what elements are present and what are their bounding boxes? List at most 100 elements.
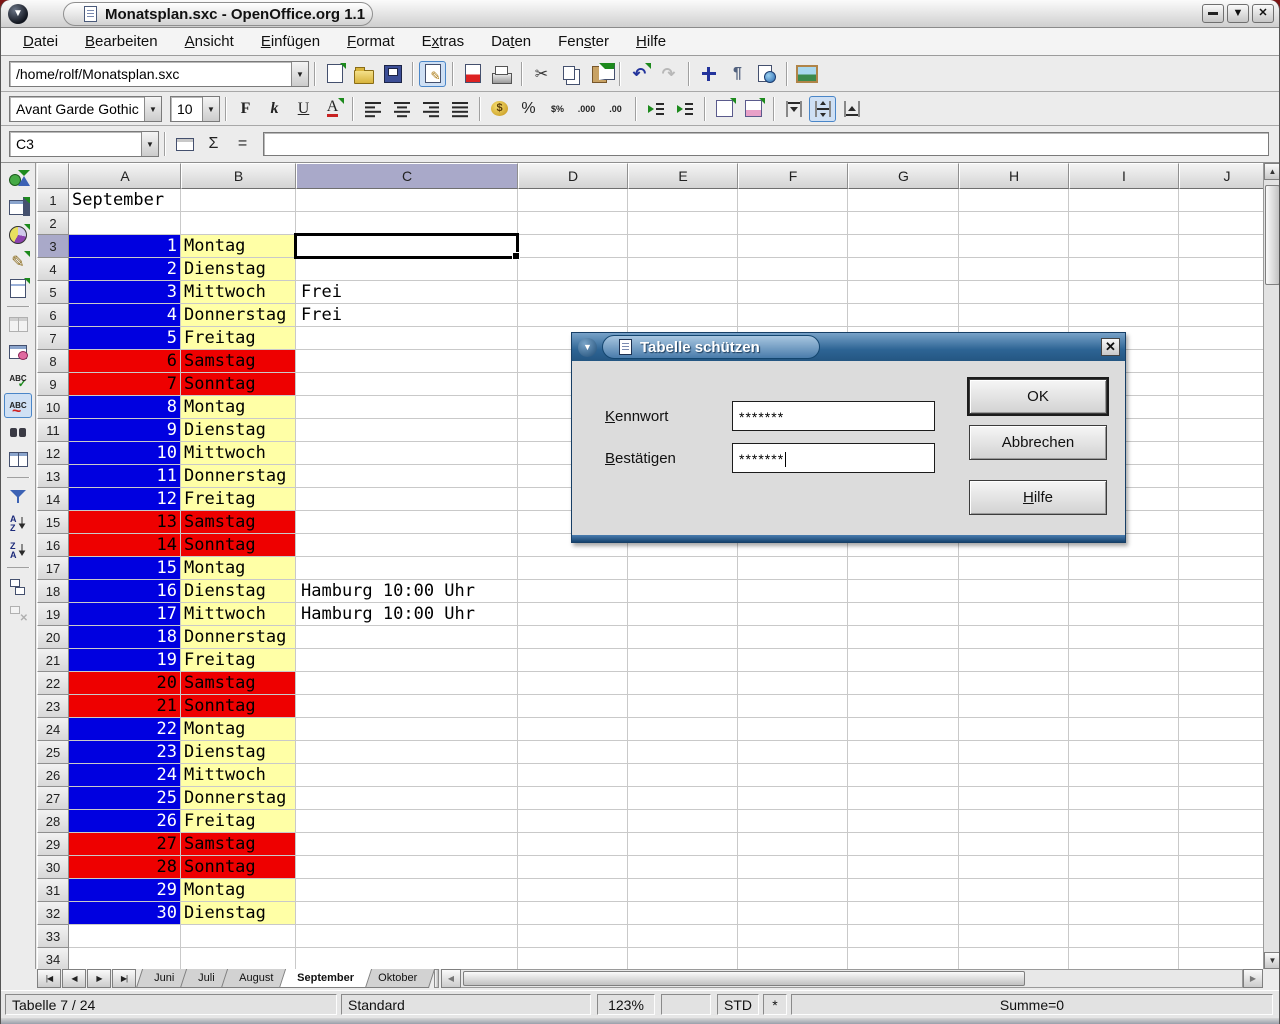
cell-F27[interactable] <box>738 787 848 810</box>
cell-C19[interactable]: Hamburg 10:00 Uhr <box>296 603 518 626</box>
cell-J1[interactable] <box>1179 189 1263 212</box>
cell-C4[interactable] <box>296 258 518 281</box>
sum-icon[interactable]: Σ <box>200 131 227 157</box>
row-header-24[interactable]: 24 <box>37 718 69 741</box>
row-header-18[interactable]: 18 <box>37 580 69 603</box>
cell-C8[interactable] <box>296 350 518 373</box>
menu-ansicht[interactable]: Ansicht <box>175 30 244 53</box>
row-header-13[interactable]: 13 <box>37 465 69 488</box>
cell-I29[interactable] <box>1069 833 1179 856</box>
cell-F22[interactable] <box>738 672 848 695</box>
cell-B32[interactable]: Dienstag <box>181 902 296 925</box>
cell-E32[interactable] <box>628 902 738 925</box>
cell-J32[interactable] <box>1179 902 1263 925</box>
cell-B25[interactable]: Dienstag <box>181 741 296 764</box>
cell-G27[interactable] <box>848 787 959 810</box>
minimize-button[interactable] <box>1202 4 1224 23</box>
align-center-vertical-icon[interactable] <box>809 96 836 122</box>
status-sheet-position[interactable]: Tabelle 7 / 24 <box>5 994 337 1015</box>
cell-A33[interactable] <box>69 925 181 948</box>
row-header-14[interactable]: 14 <box>37 488 69 511</box>
cell-D30[interactable] <box>518 856 628 879</box>
cell-A23[interactable]: 21 <box>69 695 181 718</box>
stylist-icon[interactable]: ¶ <box>724 61 751 87</box>
cell-H3[interactable] <box>959 235 1069 258</box>
cell-B2[interactable] <box>181 212 296 235</box>
cell-F5[interactable] <box>738 281 848 304</box>
cell-C13[interactable] <box>296 465 518 488</box>
cell-I20[interactable] <box>1069 626 1179 649</box>
cell-I5[interactable] <box>1069 281 1179 304</box>
group-icon[interactable] <box>4 573 32 598</box>
window-menu-button[interactable]: ▼ <box>8 4 28 24</box>
cell-D34[interactable] <box>518 948 628 969</box>
cell-J23[interactable] <box>1179 695 1263 718</box>
cell-I4[interactable] <box>1069 258 1179 281</box>
row-header-1[interactable]: 1 <box>37 189 69 212</box>
cell-F20[interactable] <box>738 626 848 649</box>
cell-J10[interactable] <box>1179 396 1263 419</box>
cell-E26[interactable] <box>628 764 738 787</box>
cell-D19[interactable] <box>518 603 628 626</box>
cell-J7[interactable] <box>1179 327 1263 350</box>
cell-F3[interactable] <box>738 235 848 258</box>
cell-E29[interactable] <box>628 833 738 856</box>
data-sources-icon[interactable] <box>4 447 32 472</box>
combo-dropdown-icon[interactable]: ▼ <box>141 132 158 156</box>
row-header-15[interactable]: 15 <box>37 511 69 534</box>
cell-G19[interactable] <box>848 603 959 626</box>
cell-C29[interactable] <box>296 833 518 856</box>
cell-E27[interactable] <box>628 787 738 810</box>
align-bottom-icon[interactable] <box>838 96 865 122</box>
row-header-10[interactable]: 10 <box>37 396 69 419</box>
row-header-32[interactable]: 32 <box>37 902 69 925</box>
titlebar[interactable]: ▼ Monatsplan.sxc - OpenOffice.org 1.1 ▼ … <box>1 0 1279 28</box>
cell-F32[interactable] <box>738 902 848 925</box>
first-sheet-button[interactable]: |◀ <box>37 969 61 988</box>
cell-H21[interactable] <box>959 649 1069 672</box>
cell-D24[interactable] <box>518 718 628 741</box>
cell-H6[interactable] <box>959 304 1069 327</box>
draw-functions-icon[interactable]: ✎ <box>4 249 32 274</box>
cell-H17[interactable] <box>959 557 1069 580</box>
confirm-input[interactable]: ******* <box>732 443 935 473</box>
cell-E18[interactable] <box>628 580 738 603</box>
cell-I28[interactable] <box>1069 810 1179 833</box>
cell-G30[interactable] <box>848 856 959 879</box>
cell-H5[interactable] <box>959 281 1069 304</box>
cell-A14[interactable]: 12 <box>69 488 181 511</box>
open-icon[interactable] <box>350 61 377 87</box>
cell-A3[interactable]: 1 <box>69 235 181 258</box>
cell-C21[interactable] <box>296 649 518 672</box>
find-replace-icon[interactable] <box>4 420 32 445</box>
cell-B1[interactable] <box>181 189 296 212</box>
cell-F21[interactable] <box>738 649 848 672</box>
cell-C18[interactable]: Hamburg 10:00 Uhr <box>296 580 518 603</box>
cell-J19[interactable] <box>1179 603 1263 626</box>
spreadsheet-grid[interactable]: ABCDEFGHIJ 1September231Montag42Dienstag… <box>37 163 1263 969</box>
cut-icon[interactable]: ✂ <box>528 61 555 87</box>
cell-B7[interactable]: Freitag <box>181 327 296 350</box>
ok-button[interactable]: OK <box>969 379 1107 414</box>
cell-A26[interactable]: 24 <box>69 764 181 787</box>
cell-E24[interactable] <box>628 718 738 741</box>
cell-B17[interactable]: Montag <box>181 557 296 580</box>
cell-E17[interactable] <box>628 557 738 580</box>
edit-file-icon[interactable]: ✎ <box>419 61 446 87</box>
cell-H2[interactable] <box>959 212 1069 235</box>
cell-I33[interactable] <box>1069 925 1179 948</box>
number-standard-icon[interactable]: $% <box>544 96 571 122</box>
cell-J22[interactable] <box>1179 672 1263 695</box>
row-header-26[interactable]: 26 <box>37 764 69 787</box>
sheet-tab-september[interactable]: September <box>279 969 372 988</box>
add-decimal-icon[interactable]: .000 <box>573 96 600 122</box>
cell-B26[interactable]: Mittwoch <box>181 764 296 787</box>
menu-format[interactable]: Format <box>337 30 405 53</box>
cell-F31[interactable] <box>738 879 848 902</box>
row-header-6[interactable]: 6 <box>37 304 69 327</box>
insert-chart-icon[interactable] <box>4 222 32 247</box>
cancel-button[interactable]: Abbrechen <box>969 425 1107 460</box>
menu-bearbeiten[interactable]: Bearbeiten <box>75 30 168 53</box>
cell-E20[interactable] <box>628 626 738 649</box>
row-header-34[interactable]: 34 <box>37 948 69 969</box>
